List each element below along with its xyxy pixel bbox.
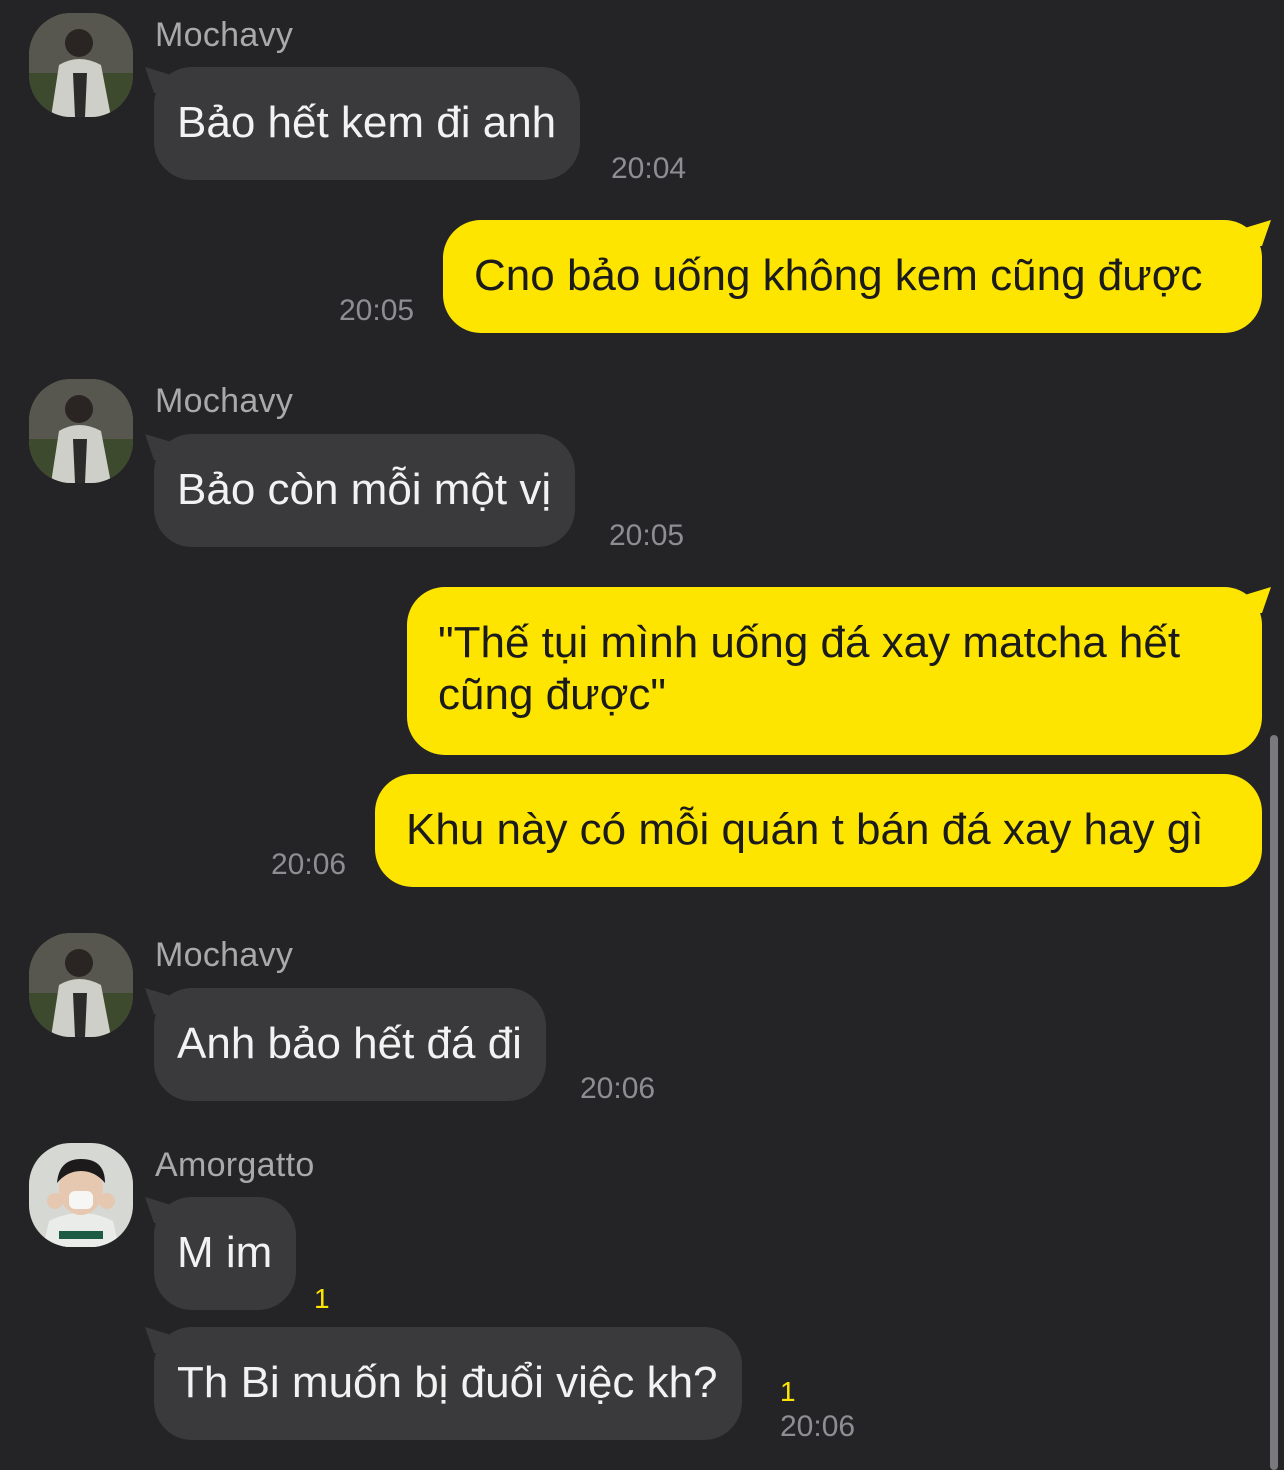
- message-bubble-outgoing[interactable]: Khu này có mỗi quán t bán đá xay hay gì: [375, 774, 1262, 887]
- sender-name: Mochavy: [155, 936, 294, 974]
- message-text: Khu này có mỗi quán t bán đá xay hay gì: [406, 805, 1204, 854]
- unread-count: 1: [314, 1283, 330, 1314]
- avatar-photo-icon: [29, 1143, 133, 1247]
- avatar-mochavy[interactable]: [29, 933, 133, 1037]
- message-bubble-outgoing[interactable]: "Thế tụi mình uống đá xay matcha hết cũn…: [407, 587, 1262, 755]
- avatar-mochavy[interactable]: [29, 379, 133, 483]
- message-text: Bảo hết kem đi anh: [177, 98, 557, 147]
- message-bubble-incoming[interactable]: Bảo còn mỗi một vị: [154, 434, 576, 547]
- avatar-mochavy[interactable]: [29, 13, 133, 117]
- sender-name: Amorgatto: [155, 1146, 315, 1184]
- message-time: 20:05: [609, 519, 685, 552]
- message-text: Th Bi muốn bị đuổi việc kh?: [177, 1358, 718, 1407]
- scrollbar[interactable]: [1270, 735, 1278, 1470]
- avatar-photo-icon: [29, 13, 133, 117]
- message-time: 20:06: [780, 1410, 856, 1443]
- unread-count: 1: [780, 1376, 796, 1407]
- message-bubble-outgoing[interactable]: Cno bảo uống không kem cũng được: [443, 220, 1262, 333]
- sender-name: Mochavy: [155, 382, 294, 420]
- message-time: 20:05: [339, 294, 415, 327]
- sender-name: Mochavy: [155, 16, 294, 54]
- message-time: 20:04: [611, 152, 687, 185]
- message-time: 20:06: [580, 1072, 656, 1105]
- message-text: Cno bảo uống không kem cũng được: [474, 251, 1203, 300]
- message-text-line: "Thế tụi mình uống đá xay matcha hết: [438, 618, 1181, 667]
- message-text: Anh bảo hết đá đi: [177, 1019, 522, 1068]
- chat-window: Mochavy Bảo hết kem đi anh 20:04 20:05 C…: [0, 0, 1284, 1470]
- message-text-line: cũng được": [438, 670, 667, 719]
- message-bubble-incoming[interactable]: Bảo hết kem đi anh: [154, 67, 581, 180]
- message-bubble-incoming[interactable]: Anh bảo hết đá đi: [154, 988, 546, 1101]
- message-bubble-incoming[interactable]: M im: [154, 1197, 297, 1310]
- message-text: M im: [177, 1228, 273, 1277]
- message-text: Bảo còn mỗi một vị: [177, 465, 552, 514]
- avatar-photo-icon: [29, 379, 133, 483]
- avatar-amorgatto[interactable]: [29, 1143, 133, 1247]
- message-bubble-incoming[interactable]: Th Bi muốn bị đuổi việc kh?: [154, 1327, 742, 1440]
- avatar-photo-icon: [29, 933, 133, 1037]
- message-time: 20:06: [271, 848, 347, 881]
